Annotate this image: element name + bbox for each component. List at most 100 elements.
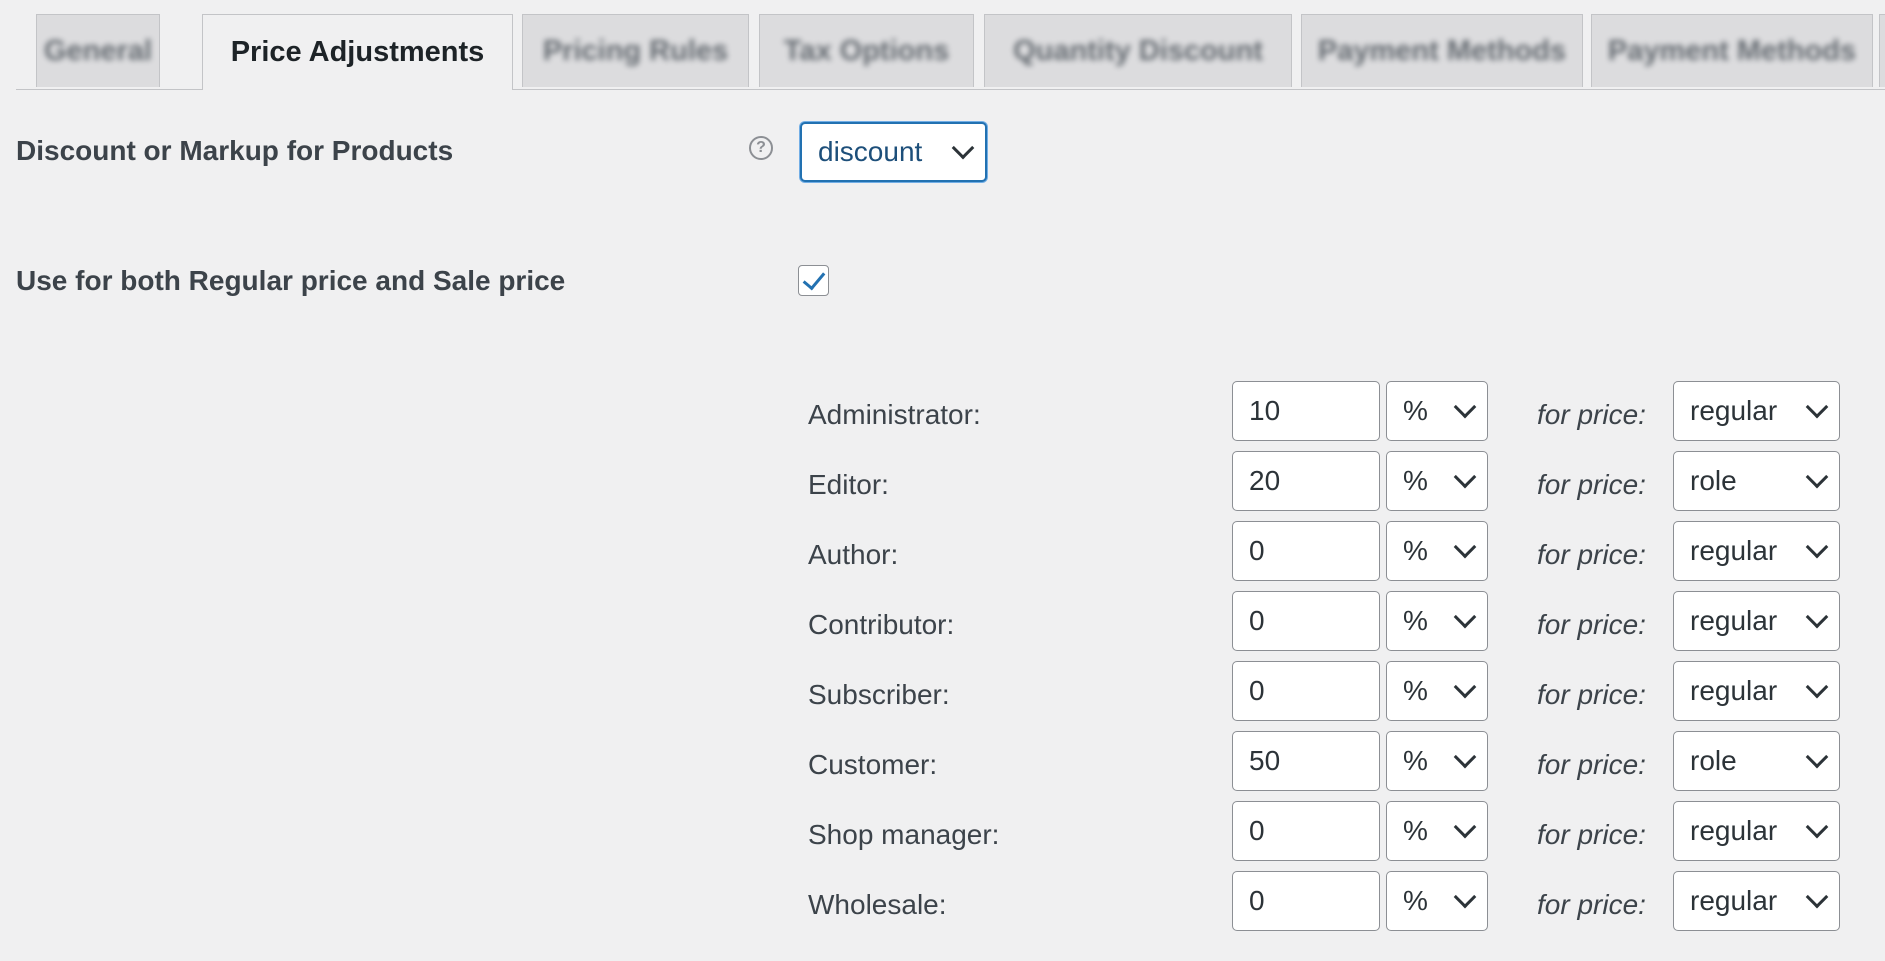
select-value: % bbox=[1403, 885, 1428, 916]
regular-sale-checkbox[interactable] bbox=[798, 265, 829, 296]
tab-price-adjustments[interactable]: Price Adjustments bbox=[202, 14, 513, 90]
role-row: Wholesale: 0% for price: regular bbox=[0, 871, 1885, 931]
select-value: regular bbox=[1690, 675, 1778, 706]
select-value: regular bbox=[1690, 535, 1778, 566]
role-row: Author: 0% for price: regular bbox=[0, 521, 1885, 581]
select-value: regular bbox=[1690, 605, 1778, 636]
chevron-down-icon bbox=[1805, 535, 1829, 559]
chevron-down-icon bbox=[951, 136, 975, 160]
role-label: Author: bbox=[808, 539, 899, 570]
role-row: Subscriber: 0% for price: regular bbox=[0, 661, 1885, 721]
for-price-label: for price: bbox=[1537, 819, 1646, 850]
settings-tabs: General Price Adjustments Pricing Rules … bbox=[16, 14, 1885, 90]
for-price-label: for price: bbox=[1537, 889, 1646, 920]
discount-markup-label: Discount or Markup for Products bbox=[16, 135, 454, 166]
role-amount-input[interactable]: 0 bbox=[1232, 521, 1380, 581]
role-price-select[interactable]: role bbox=[1673, 451, 1840, 511]
role-unit-select[interactable]: % bbox=[1386, 521, 1488, 581]
select-value: regular bbox=[1690, 395, 1778, 426]
role-amount-input[interactable]: 0 bbox=[1232, 661, 1380, 721]
role-amount-input[interactable]: 0 bbox=[1232, 591, 1380, 651]
role-amount-input[interactable]: 0 bbox=[1232, 801, 1380, 861]
discount-markup-select[interactable]: discount bbox=[800, 122, 987, 182]
role-unit-select[interactable]: % bbox=[1386, 451, 1488, 511]
chevron-down-icon bbox=[1805, 465, 1829, 489]
role-label: Wholesale: bbox=[808, 889, 947, 920]
tab-label: Payment Methods bbox=[1607, 34, 1857, 67]
chevron-down-icon bbox=[1453, 605, 1477, 629]
role-price-select[interactable]: regular bbox=[1673, 661, 1840, 721]
role-price-select[interactable]: regular bbox=[1673, 871, 1840, 931]
role-unit-select[interactable]: % bbox=[1386, 871, 1488, 931]
tab-payment-methods-2[interactable]: Payment Methods bbox=[1591, 14, 1873, 87]
select-value: discount bbox=[818, 136, 923, 167]
role-label: Customer: bbox=[808, 749, 938, 780]
role-label: Administrator: bbox=[808, 399, 981, 430]
tab-label: Price Adjustments bbox=[230, 36, 485, 68]
for-price-label: for price: bbox=[1537, 609, 1646, 640]
for-price-label: for price: bbox=[1537, 539, 1646, 570]
chevron-down-icon bbox=[1453, 465, 1477, 489]
role-price-select[interactable]: regular bbox=[1673, 521, 1840, 581]
select-value: % bbox=[1403, 745, 1428, 776]
regular-sale-label: Use for both Regular price and Sale pric… bbox=[16, 265, 566, 296]
select-value: % bbox=[1403, 815, 1428, 846]
question-circle-icon[interactable]: ? bbox=[749, 136, 773, 160]
tab-label: Payment Methods bbox=[1317, 34, 1567, 67]
select-value: % bbox=[1403, 605, 1428, 636]
for-price-label: for price: bbox=[1537, 399, 1646, 430]
role-unit-select[interactable]: % bbox=[1386, 591, 1488, 651]
select-value: % bbox=[1403, 535, 1428, 566]
chevron-down-icon bbox=[1805, 395, 1829, 419]
role-label: Shop manager: bbox=[808, 819, 1000, 850]
role-amount-input[interactable]: 50 bbox=[1232, 731, 1380, 791]
select-value: role bbox=[1690, 745, 1737, 776]
select-value: role bbox=[1690, 465, 1737, 496]
role-row: Shop manager: 0% for price: regular bbox=[0, 801, 1885, 861]
tab-payment-methods[interactable]: Payment Methods bbox=[1301, 14, 1583, 87]
tab-pricing-rules[interactable]: Pricing Rules bbox=[522, 14, 749, 87]
chevron-down-icon bbox=[1805, 745, 1829, 769]
role-unit-select[interactable]: % bbox=[1386, 801, 1488, 861]
tab-overflow[interactable] bbox=[1879, 14, 1885, 87]
role-price-select[interactable]: regular bbox=[1673, 591, 1840, 651]
role-label: Subscriber: bbox=[808, 679, 950, 710]
checkmark-icon bbox=[802, 266, 825, 290]
select-value: % bbox=[1403, 675, 1428, 706]
tab-quantity-discount[interactable]: Quantity Discount bbox=[984, 14, 1292, 87]
role-row: Administrator: 10% for price: regular bbox=[0, 381, 1885, 441]
chevron-down-icon bbox=[1453, 745, 1477, 769]
role-unit-select[interactable]: % bbox=[1386, 731, 1488, 791]
role-price-select[interactable]: regular bbox=[1673, 801, 1840, 861]
select-value: % bbox=[1403, 395, 1428, 426]
for-price-label: for price: bbox=[1537, 469, 1646, 500]
chevron-down-icon bbox=[1805, 605, 1829, 629]
role-label: Editor: bbox=[808, 469, 889, 500]
role-amount-input[interactable]: 10 bbox=[1232, 381, 1380, 441]
role-price-select[interactable]: regular bbox=[1673, 381, 1840, 441]
chevron-down-icon bbox=[1453, 675, 1477, 699]
role-unit-select[interactable]: % bbox=[1386, 381, 1488, 441]
role-price-select[interactable]: role bbox=[1673, 731, 1840, 791]
select-value: regular bbox=[1690, 885, 1778, 916]
chevron-down-icon bbox=[1805, 675, 1829, 699]
tab-tax-options[interactable]: Tax Options bbox=[759, 14, 974, 87]
tab-general[interactable]: General bbox=[36, 14, 160, 87]
for-price-label: for price: bbox=[1537, 679, 1646, 710]
for-price-label: for price: bbox=[1537, 749, 1646, 780]
tab-label: Quantity Discount bbox=[1013, 34, 1263, 67]
role-amount-input[interactable]: 0 bbox=[1232, 871, 1380, 931]
role-row: Customer: 50% for price: role bbox=[0, 731, 1885, 791]
role-row: Editor: 20% for price: role bbox=[0, 451, 1885, 511]
chevron-down-icon bbox=[1805, 885, 1829, 909]
role-row: Contributor: 0% for price: regular bbox=[0, 591, 1885, 651]
select-value: regular bbox=[1690, 815, 1778, 846]
role-amount-input[interactable]: 20 bbox=[1232, 451, 1380, 511]
tab-label: General bbox=[44, 34, 152, 67]
tab-label: Pricing Rules bbox=[542, 34, 729, 67]
role-label: Contributor: bbox=[808, 609, 955, 640]
tab-label: Tax Options bbox=[783, 34, 950, 67]
chevron-down-icon bbox=[1453, 885, 1477, 909]
chevron-down-icon bbox=[1453, 535, 1477, 559]
role-unit-select[interactable]: % bbox=[1386, 661, 1488, 721]
